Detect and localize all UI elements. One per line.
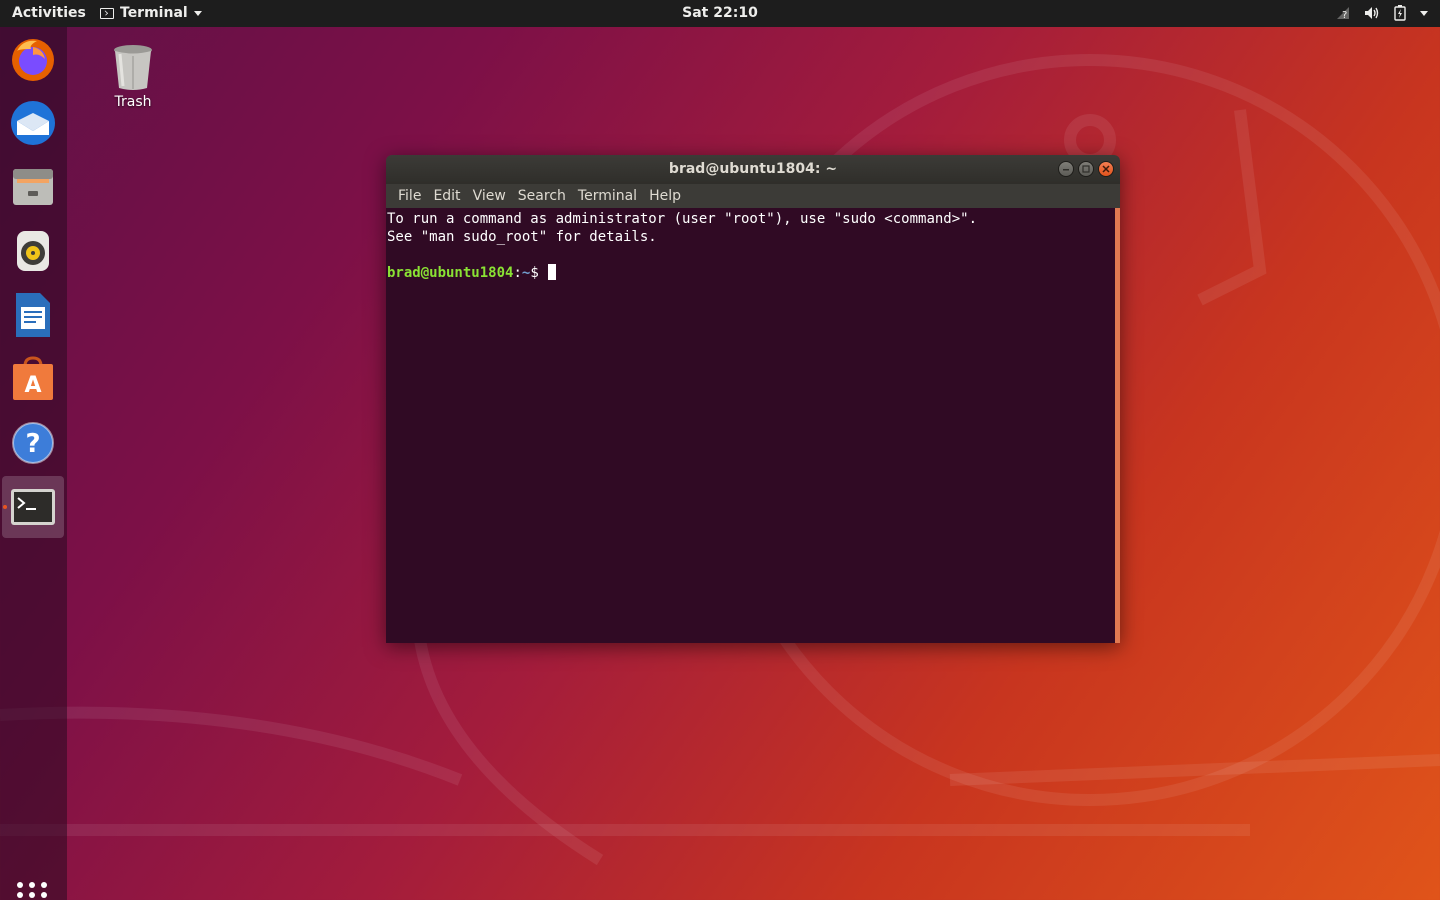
- menu-search[interactable]: Search: [512, 188, 572, 204]
- svg-text:A: A: [24, 373, 41, 398]
- terminal-prompt-line: brad@ubuntu1804:~$: [387, 264, 1120, 282]
- trash-label: Trash: [114, 94, 152, 110]
- activities-button[interactable]: Activities: [12, 5, 86, 21]
- dock-item-thunderbird[interactable]: [2, 92, 64, 154]
- dock-item-terminal[interactable]: [2, 476, 64, 538]
- minimize-icon: [1063, 169, 1069, 171]
- app-menu[interactable]: Terminal: [100, 5, 202, 21]
- thunderbird-icon: [11, 101, 55, 145]
- dock: A ?: [0, 27, 67, 900]
- battery-icon[interactable]: [1394, 5, 1406, 21]
- desktop-trash[interactable]: Trash: [102, 42, 164, 110]
- software-icon: A: [13, 356, 53, 400]
- maximize-icon: [1082, 165, 1090, 173]
- network-icon[interactable]: ?: [1336, 6, 1350, 20]
- maximize-button[interactable]: [1078, 161, 1094, 177]
- apps-grid-dot: [29, 882, 35, 888]
- terminal-line: See "man sudo_root" for details.: [387, 229, 657, 245]
- window-title: brad@ubuntu1804: ~: [668, 161, 838, 177]
- menu-file[interactable]: File: [392, 188, 427, 204]
- text-cursor: [548, 264, 557, 280]
- firefox-icon: [12, 39, 54, 81]
- running-indicator: [3, 505, 7, 509]
- show-applications-button[interactable]: [17, 879, 49, 900]
- prompt-user-host: brad@ubuntu1804: [387, 265, 514, 281]
- window-menubar: File Edit View Search Terminal Help: [386, 184, 1120, 208]
- system-menu-chevron-icon[interactable]: [1420, 10, 1428, 16]
- prompt-separator: :: [513, 265, 522, 281]
- svg-text:?: ?: [1342, 10, 1347, 20]
- menu-view[interactable]: View: [467, 188, 512, 204]
- dock-item-software[interactable]: A: [2, 348, 64, 410]
- apps-grid-icon: [17, 882, 23, 888]
- trash-icon: [114, 45, 152, 90]
- close-button[interactable]: [1098, 161, 1114, 177]
- volume-icon[interactable]: [1364, 6, 1380, 20]
- clock-label[interactable]: Sat 22:10: [682, 5, 758, 21]
- top-bar: Activities Terminal Sat 22:10 ?: [0, 0, 1440, 27]
- prompt-symbol: $: [530, 265, 548, 281]
- apps-grid-dot: [17, 892, 23, 898]
- writer-icon: [16, 293, 50, 337]
- dock-item-writer[interactable]: [2, 284, 64, 346]
- terminal-output[interactable]: To run a command as administrator (user …: [386, 208, 1120, 643]
- svg-text:?: ?: [25, 429, 40, 459]
- window-controls: [1058, 161, 1114, 177]
- terminal-line: To run a command as administrator (user …: [387, 211, 978, 227]
- apps-grid-dot: [29, 892, 35, 898]
- terminal-icon: [11, 489, 55, 525]
- apps-grid-dot: [41, 882, 47, 888]
- system-tray[interactable]: ?: [1336, 5, 1428, 21]
- clock: Sat 22:10: [0, 5, 1440, 21]
- help-icon: ?: [12, 422, 54, 464]
- rhythmbox-icon: [17, 231, 49, 271]
- app-menu-label: Terminal: [120, 5, 188, 21]
- close-icon: [1102, 165, 1110, 173]
- terminal-mini-icon: [100, 7, 114, 19]
- chevron-down-icon: [193, 10, 202, 16]
- menu-help[interactable]: Help: [643, 188, 687, 204]
- terminal-window: brad@ubuntu1804: ~ File Edit View Search…: [386, 155, 1120, 643]
- files-icon: [13, 169, 53, 205]
- apps-grid-dot: [41, 892, 47, 898]
- dock-item-rhythmbox[interactable]: [2, 220, 64, 282]
- dock-item-help[interactable]: ?: [2, 412, 64, 474]
- minimize-button[interactable]: [1058, 161, 1074, 177]
- menu-terminal[interactable]: Terminal: [572, 188, 643, 204]
- dock-item-files[interactable]: [2, 156, 64, 218]
- dock-item-firefox[interactable]: [2, 28, 64, 90]
- window-titlebar[interactable]: brad@ubuntu1804: ~: [386, 155, 1120, 184]
- menu-edit[interactable]: Edit: [427, 188, 466, 204]
- scrollbar[interactable]: [1115, 208, 1120, 643]
